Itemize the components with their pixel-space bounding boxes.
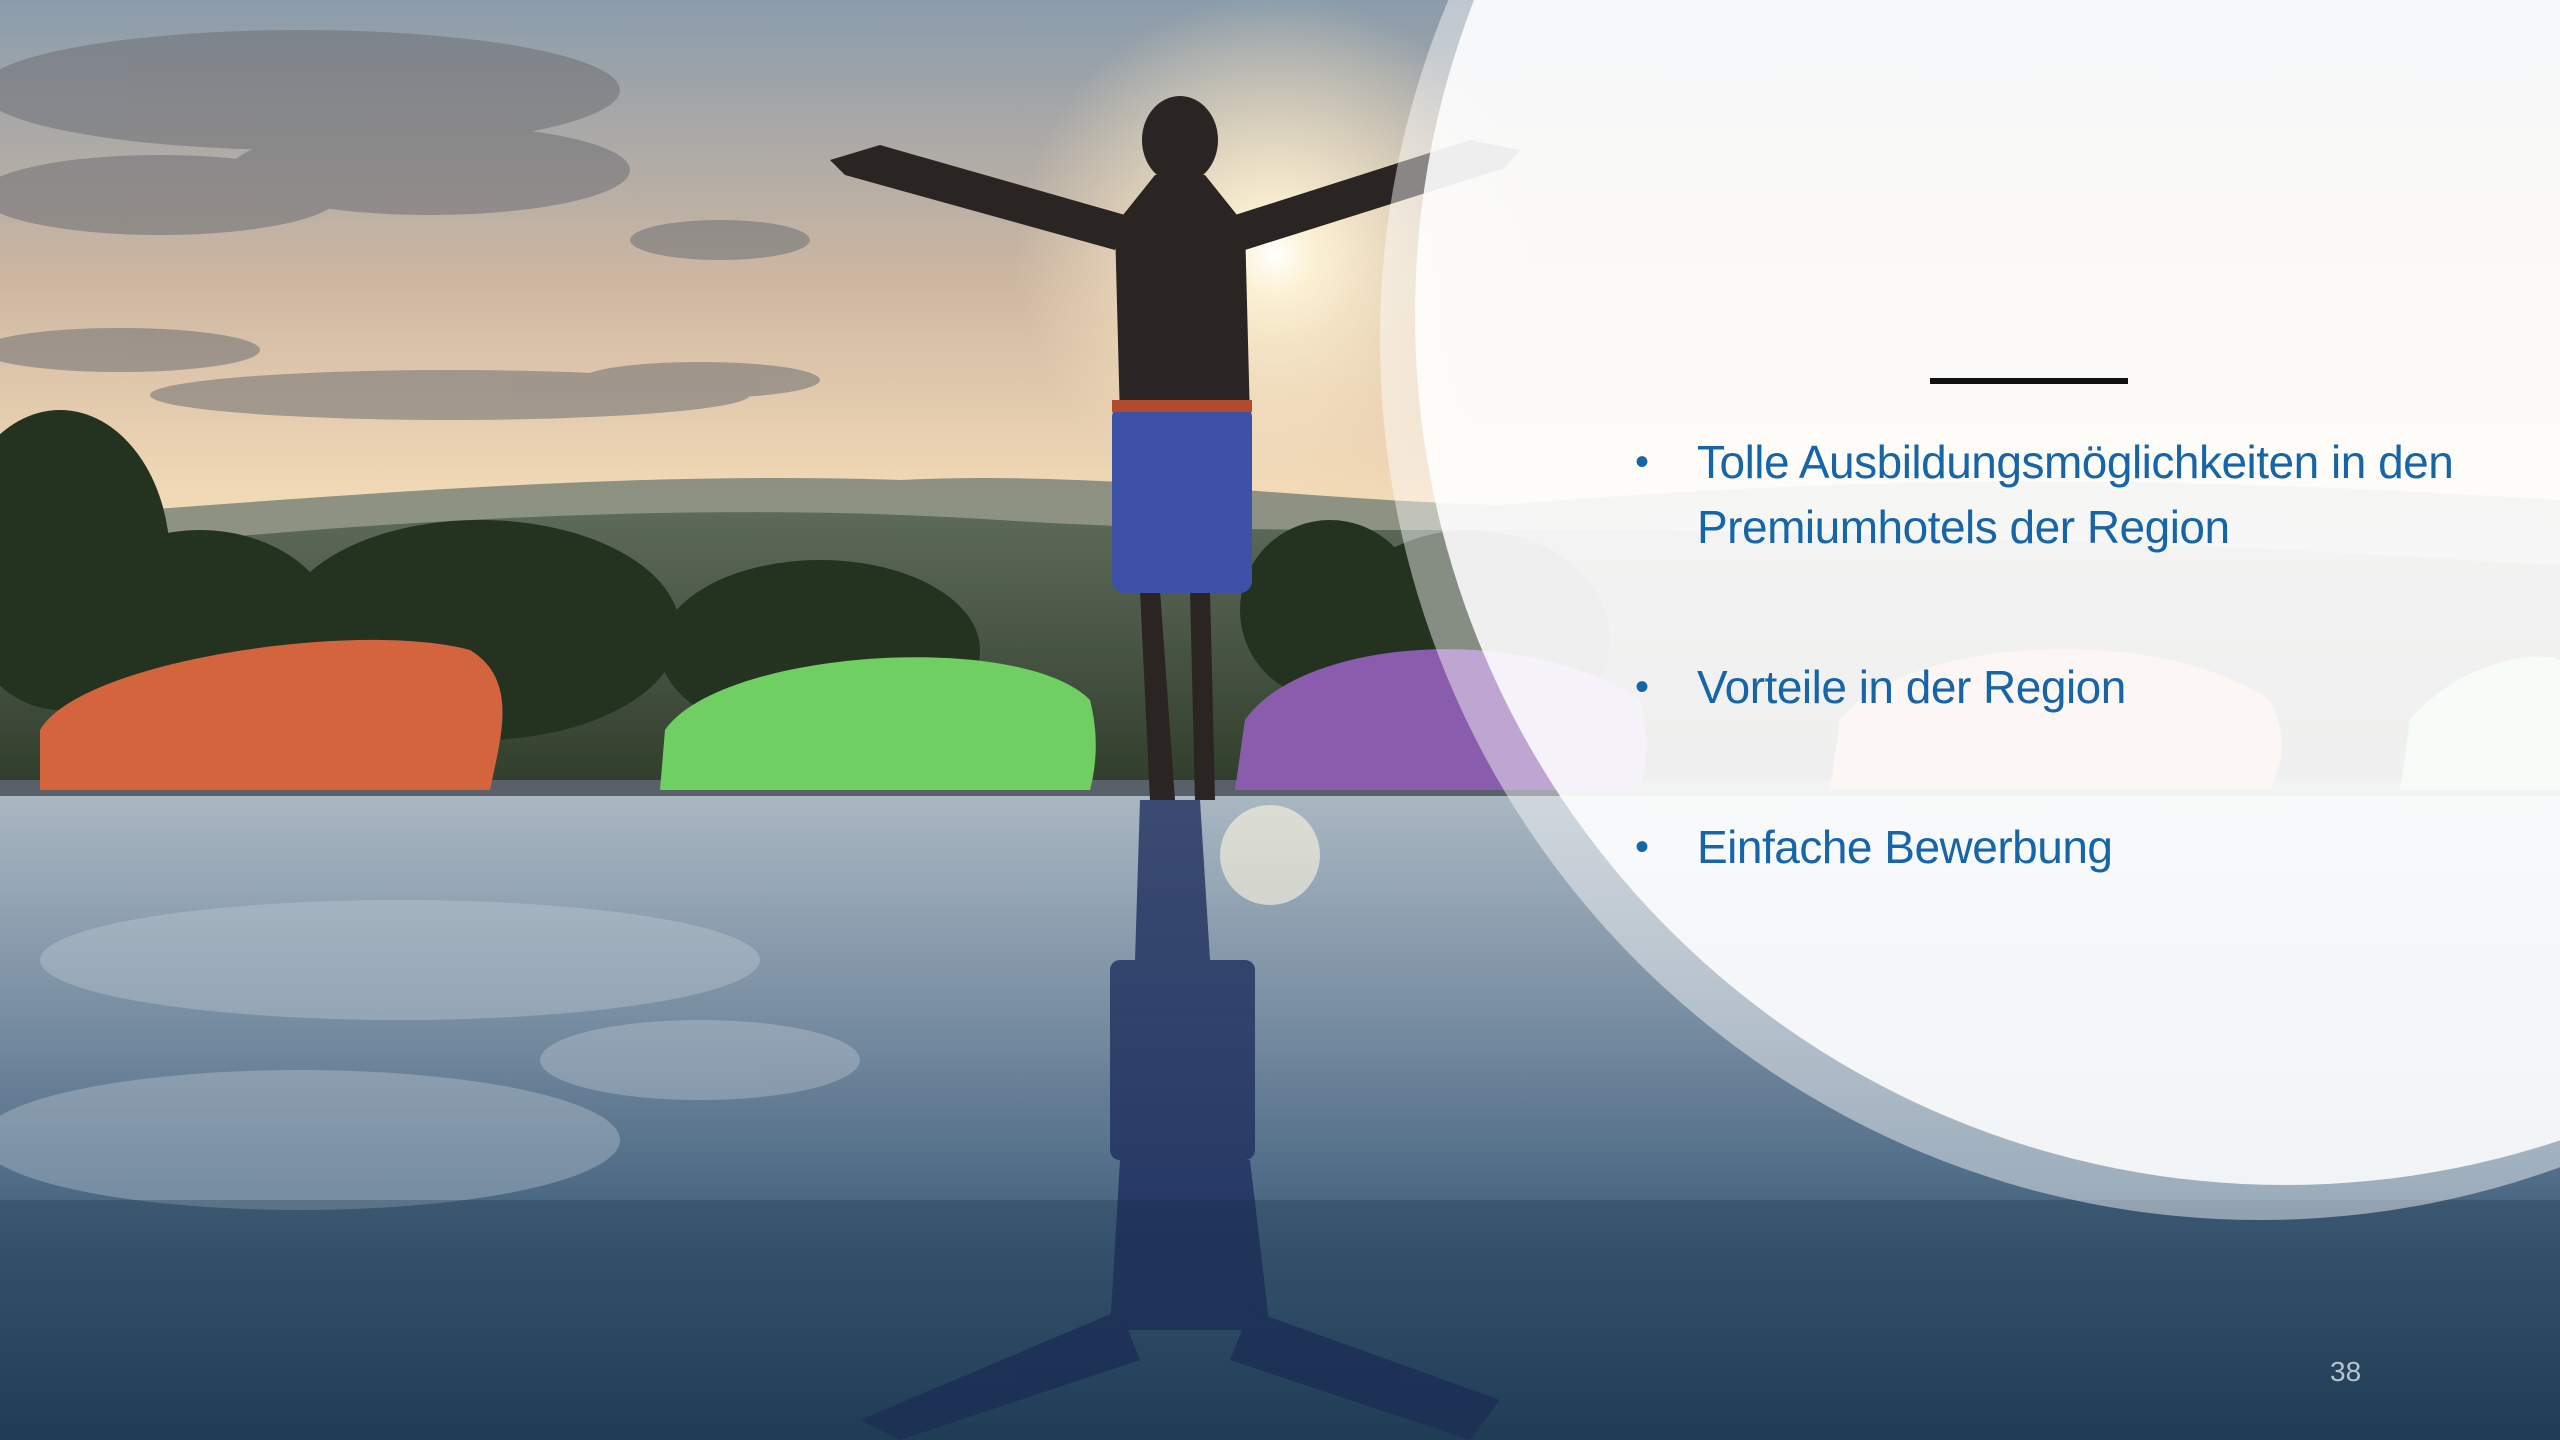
page-number: 38	[2330, 1356, 2362, 1387]
bullet-list: • Tolle Ausbildungsmöglichkeiten in den …	[1625, 430, 2525, 880]
bullet-symbol: •	[1635, 665, 1649, 709]
title-underline	[1930, 378, 2128, 384]
bullet-symbol: •	[1635, 825, 1649, 869]
bullet-item: • Tolle Ausbildungsmöglichkeiten in den …	[1625, 430, 2525, 560]
bullet-text: Tolle Ausbildungsmöglichkeiten in den Pr…	[1697, 436, 2454, 553]
bullet-item: • Vorteile in der Region	[1625, 655, 2525, 720]
bullet-symbol: •	[1635, 440, 1649, 484]
slide: • Tolle Ausbildungsmöglichkeiten in den …	[0, 0, 2560, 1440]
bullet-item: • Einfache Bewerbung	[1625, 815, 2525, 880]
bullet-text: Einfache Bewerbung	[1697, 821, 2113, 873]
bullet-text: Vorteile in der Region	[1697, 661, 2126, 713]
